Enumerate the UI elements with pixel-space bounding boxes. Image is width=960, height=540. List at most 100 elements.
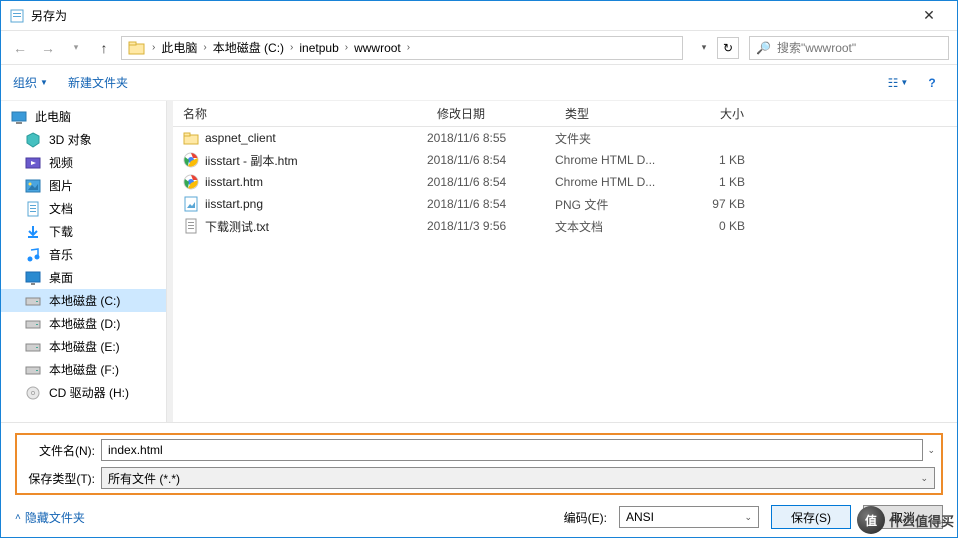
sidebar-item[interactable]: 本地磁盘 (F:) — [1, 358, 166, 381]
sidebar-item[interactable]: 桌面 — [1, 266, 166, 289]
watermark-icon: 值 — [857, 506, 885, 534]
file-date: 2018/11/6 8:54 — [427, 153, 555, 167]
file-date: 2018/11/6 8:54 — [427, 175, 555, 189]
crumb-pc[interactable]: 此电脑 — [157, 39, 201, 56]
sidebar-item[interactable]: 图片 — [1, 174, 166, 197]
file-row[interactable]: 下载测试.txt2018/11/3 9:56文本文档0 KB — [173, 215, 957, 237]
sidebar: 此电脑 3D 对象视频图片文档下载音乐桌面本地磁盘 (C:)本地磁盘 (D:) 本地… — [1, 101, 167, 422]
disk-icon — [25, 339, 41, 355]
col-type[interactable]: 类型 — [555, 105, 675, 122]
hide-folders-link[interactable]: ˄ 隐藏文件夹 — [15, 509, 85, 526]
sidebar-item[interactable]: 本地磁盘 (C:) — [1, 289, 166, 312]
file-size: 0 KB — [675, 219, 755, 233]
filetype-label: 保存类型(T): — [23, 470, 101, 487]
sidebar-item[interactable]: 此电脑 — [1, 105, 166, 128]
crumb-inetpub[interactable]: inetpub — [295, 41, 342, 55]
encoding-combo[interactable]: ANSI ⌄ — [619, 506, 759, 528]
file-row[interactable]: iisstart.png2018/11/6 8:54PNG 文件97 KB — [173, 193, 957, 215]
sidebar-item-label: 图片 — [49, 177, 73, 194]
highlight-box: 文件名(N): ⌄ 保存类型(T): 所有文件 (*.*) ⌄ — [15, 433, 943, 495]
filename-input[interactable] — [101, 439, 923, 461]
window-title: 另存为 — [31, 7, 909, 24]
search-input[interactable]: 🔍 搜索"wwwroot" — [749, 36, 949, 60]
chevron-right-icon[interactable]: › — [343, 42, 350, 53]
bottom-panel: 文件名(N): ⌄ 保存类型(T): 所有文件 (*.*) ⌄ ˄ 隐藏文件夹 … — [1, 422, 957, 537]
sidebar-item[interactable]: 本地磁盘 (E:) — [1, 335, 166, 358]
help-button[interactable]: ? — [919, 72, 945, 94]
filetype-combo[interactable]: 所有文件 (*.*) ⌄ — [101, 467, 935, 489]
image-icon — [25, 178, 41, 194]
pc-icon — [11, 109, 27, 125]
chevron-down-icon: ▼ — [40, 78, 48, 87]
toolbar: 组织 ▼ 新建文件夹 ☷ ▼ ? — [1, 65, 957, 101]
chevron-down-icon: ⌄ — [744, 512, 752, 523]
chevron-right-icon[interactable]: › — [288, 42, 295, 53]
view-menu[interactable]: ☷ ▼ — [885, 72, 911, 94]
chevron-right-icon[interactable]: › — [150, 42, 157, 53]
disk-icon — [25, 293, 41, 309]
file-name: iisstart - 副本.htm — [205, 152, 298, 169]
close-button[interactable]: ✕ — [909, 7, 949, 24]
file-type: Chrome HTML D... — [555, 175, 675, 189]
sidebar-item[interactable]: 视频 — [1, 151, 166, 174]
sidebar-item-label: 下载 — [49, 223, 73, 240]
refresh-button[interactable]: ↻ — [717, 37, 739, 59]
navbar: ← → ▾ ↑ › 此电脑 › 本地磁盘 (C:) › inetpub › ww… — [1, 31, 957, 65]
chevron-right-icon[interactable]: › — [405, 42, 412, 53]
file-name: iisstart.png — [205, 197, 263, 211]
save-button[interactable]: 保存(S) — [771, 505, 851, 529]
sidebar-item[interactable]: 3D 对象 — [1, 128, 166, 151]
forward-button[interactable]: → — [37, 37, 59, 59]
crumb-c[interactable]: 本地磁盘 (C:) — [209, 39, 288, 56]
recent-dropdown[interactable]: ▾ — [65, 37, 87, 59]
download-icon — [25, 224, 41, 240]
sidebar-item-label: 视频 — [49, 154, 73, 171]
sidebar-item-label: 本地磁盘 (E:) — [49, 338, 120, 355]
cd-icon — [25, 385, 41, 401]
sidebar-item-label: 此电脑 — [35, 108, 71, 125]
up-button[interactable]: ↑ — [93, 37, 115, 59]
sidebar-item[interactable]: 本地磁盘 (D:) — [1, 312, 166, 335]
crumb-wwwroot[interactable]: wwwroot — [350, 41, 405, 55]
app-icon — [9, 8, 25, 24]
desktop-icon — [25, 270, 41, 286]
organize-menu[interactable]: 组织 ▼ — [13, 74, 48, 91]
col-date[interactable]: 修改日期 — [427, 105, 555, 122]
file-type: 文件夹 — [555, 130, 675, 147]
sidebar-item-label: 3D 对象 — [49, 131, 92, 148]
file-row[interactable]: iisstart.htm 2018/11/6 8:54Chrome HTML D.… — [173, 171, 957, 193]
file-date: 2018/11/6 8:55 — [427, 131, 555, 145]
watermark: 值 什么值得买 — [857, 506, 954, 534]
col-name[interactable]: 名称 — [173, 105, 427, 122]
file-row[interactable]: aspnet_client 2018/11/6 8:55文件夹 — [173, 127, 957, 149]
file-date: 2018/11/6 8:54 — [427, 197, 555, 211]
file-row[interactable]: iisstart - 副本.htm2018/11/6 8:54Chrome HT… — [173, 149, 957, 171]
sidebar-item-label: 文档 — [49, 200, 73, 217]
chevron-right-icon[interactable]: › — [201, 42, 208, 53]
address-bar[interactable]: › 此电脑 › 本地磁盘 (C:) › inetpub › wwwroot › — [121, 36, 683, 60]
file-name: iisstart.htm — [205, 175, 263, 189]
txt-icon — [183, 218, 199, 234]
new-folder-button[interactable]: 新建文件夹 — [68, 74, 128, 91]
file-name: 下载测试.txt — [205, 218, 269, 235]
cube-icon — [25, 132, 41, 148]
sidebar-item[interactable]: 下载 — [1, 220, 166, 243]
sidebar-item-label: CD 驱动器 (H:) — [49, 384, 129, 401]
save-as-dialog: 另存为 ✕ ← → ▾ ↑ › 此电脑 › 本地磁盘 (C:) › inetpu… — [0, 0, 958, 538]
encoding-label: 编码(E): — [564, 509, 607, 526]
sidebar-item-label: 本地磁盘 (F:) — [49, 361, 119, 378]
sidebar-item[interactable]: CD 驱动器 (H:) — [1, 381, 166, 404]
sidebar-item[interactable]: 文档 — [1, 197, 166, 220]
sidebar-item[interactable]: 音乐 — [1, 243, 166, 266]
file-name: aspnet_client — [205, 131, 276, 145]
filename-dropdown[interactable]: ⌄ — [927, 445, 935, 456]
history-dropdown[interactable]: ▾ — [693, 37, 715, 59]
chrome-icon — [183, 174, 199, 190]
file-type: 文本文档 — [555, 218, 675, 235]
folder-icon — [128, 39, 146, 57]
sidebar-item-label: 桌面 — [49, 269, 73, 286]
search-icon: 🔍 — [756, 41, 771, 55]
back-button[interactable]: ← — [9, 37, 31, 59]
folder-icon — [183, 130, 199, 146]
col-size[interactable]: 大小 — [675, 105, 755, 122]
